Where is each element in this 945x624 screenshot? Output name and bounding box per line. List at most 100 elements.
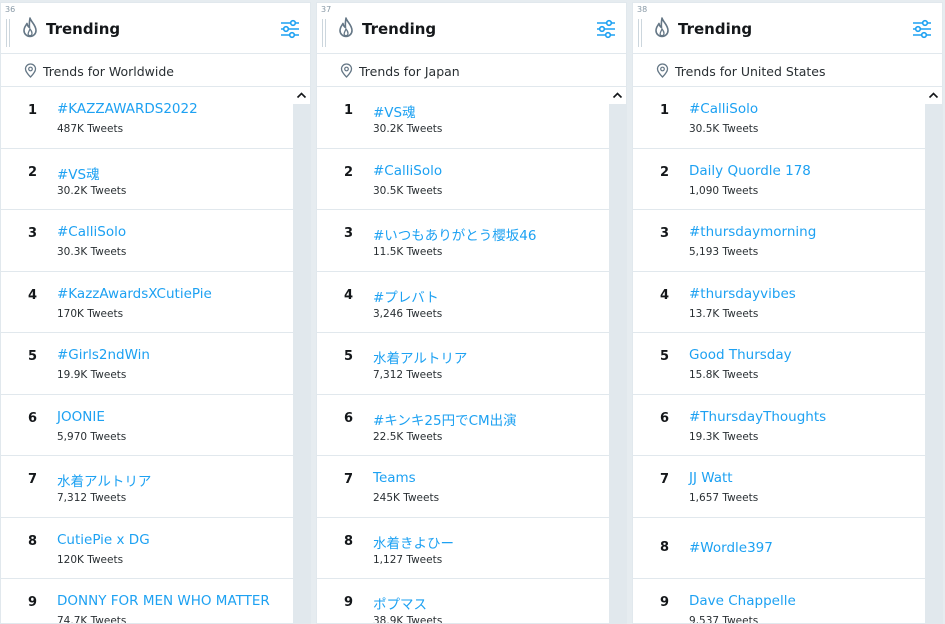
- trending-column: 3 6 Trending Trends for Worldwide 1 #KAZZAWAR…: [0, 2, 311, 624]
- trend-name-link[interactable]: CutiePie x DG: [57, 532, 150, 548]
- trend-tweet-count: 19.3K Tweets: [689, 431, 759, 443]
- trend-name-link[interactable]: #ThursdayThoughts: [689, 409, 826, 425]
- trend-rank: 3: [660, 226, 670, 241]
- chevron-up-icon[interactable]: [293, 87, 310, 104]
- trend-row[interactable]: 8 水着きよひー 1,127 Tweets: [317, 518, 611, 579]
- trend-name-link[interactable]: JJ Watt: [689, 470, 733, 486]
- trend-name-link[interactable]: Dave Chappelle: [689, 593, 796, 609]
- trend-location-label: Trends for Worldwide: [43, 64, 174, 79]
- trend-row[interactable]: 9 ポプマス 38.9K Tweets: [317, 579, 611, 623]
- trend-location[interactable]: Trends for Worldwide: [1, 54, 310, 87]
- trend-row[interactable]: 7 JJ Watt 1,657 Tweets: [633, 456, 927, 518]
- flame-icon: [653, 17, 671, 39]
- trend-name-link[interactable]: #CalliSolo: [57, 224, 126, 240]
- trend-name-link[interactable]: #Wordle397: [689, 540, 773, 556]
- trend-row[interactable]: 9 Dave Chappelle 9,537 Tweets: [633, 579, 927, 623]
- trend-rank: 5: [344, 349, 354, 364]
- trend-name-link[interactable]: #CalliSolo: [689, 101, 758, 117]
- trend-name-link[interactable]: #KazzAwardsXCutiePie: [57, 286, 212, 302]
- trend-name-link[interactable]: #VS魂: [373, 101, 416, 121]
- trend-row[interactable]: 5 水着アルトリア 7,312 Tweets: [317, 333, 611, 395]
- trend-location[interactable]: Trends for United States: [633, 54, 942, 87]
- trend-row[interactable]: 3 #thursdaymorning 5,193 Tweets: [633, 210, 927, 272]
- trend-rank: 8: [660, 540, 670, 555]
- trend-rank: 9: [344, 595, 354, 610]
- trend-rank: 4: [344, 288, 354, 303]
- chevron-up-icon[interactable]: [609, 87, 626, 104]
- trend-row[interactable]: 6 #ThursdayThoughts 19.3K Tweets: [633, 395, 927, 456]
- trend-name-link[interactable]: DONNY FOR MEN WHO MATTER: [57, 593, 270, 609]
- trend-tweet-count: 38.9K Tweets: [373, 615, 443, 623]
- trend-name-link[interactable]: Good Thursday: [689, 347, 792, 363]
- trend-row[interactable]: 5 Good Thursday 15.8K Tweets: [633, 333, 927, 395]
- trend-row[interactable]: 1 #VS魂 30.2K Tweets: [317, 87, 611, 149]
- scrollbar[interactable]: [925, 87, 942, 623]
- trend-tweet-count: 1,090 Tweets: [689, 185, 759, 197]
- trend-row[interactable]: 1 #KAZZAWARDS2022 487K Tweets: [1, 87, 295, 149]
- trend-name-link[interactable]: #Girls2ndWin: [57, 347, 150, 363]
- trend-row[interactable]: 6 #キンキ25円でCM出演 22.5K Tweets: [317, 395, 611, 456]
- trend-row[interactable]: 8 #Wordle397: [633, 518, 927, 579]
- trend-row[interactable]: 7 水着アルトリア 7,312 Tweets: [1, 456, 295, 518]
- trend-rank: 1: [28, 103, 38, 118]
- trend-name-link[interactable]: 水着アルトリア: [373, 347, 467, 367]
- sliders-icon[interactable]: [280, 19, 300, 39]
- trend-row[interactable]: 1 #CalliSolo 30.5K Tweets: [633, 87, 927, 149]
- trend-rank: 6: [344, 411, 354, 426]
- trend-row[interactable]: 3 #いつもありがとう櫻坂46 11.5K Tweets: [317, 210, 611, 272]
- trend-name-link[interactable]: #いつもありがとう櫻坂46: [373, 224, 537, 244]
- trend-row[interactable]: 7 Teams 245K Tweets: [317, 456, 611, 518]
- trend-name-link[interactable]: #CalliSolo: [373, 163, 442, 179]
- trend-tweet-count: 3,246 Tweets: [373, 308, 443, 320]
- chevron-up-icon[interactable]: [925, 87, 942, 104]
- trend-row[interactable]: 2 Daily Quordle 178 1,090 Tweets: [633, 149, 927, 210]
- trend-name-link[interactable]: JOONIE: [57, 409, 105, 425]
- column-title: Trending: [46, 20, 121, 38]
- trend-row[interactable]: 3 #CalliSolo 30.3K Tweets: [1, 210, 295, 272]
- trend-name-link[interactable]: #thursdaymorning: [689, 224, 816, 240]
- scrollbar[interactable]: [609, 87, 626, 623]
- trend-row[interactable]: 9 DONNY FOR MEN WHO MATTER 74.7K Tweets: [1, 579, 295, 623]
- trend-name-link[interactable]: Teams: [373, 470, 416, 486]
- trend-name-link[interactable]: #キンキ25円でCM出演: [373, 409, 517, 429]
- scrollbar[interactable]: [293, 87, 310, 623]
- trend-name-link[interactable]: 水着きよひー: [373, 532, 454, 552]
- trend-tweet-count: 170K Tweets: [57, 308, 124, 320]
- trend-tweet-count: 120K Tweets: [57, 554, 124, 566]
- trend-row[interactable]: 4 #プレバト 3,246 Tweets: [317, 272, 611, 333]
- trend-name-link[interactable]: #thursdayvibes: [689, 286, 796, 302]
- trend-tweet-count: 1,127 Tweets: [373, 554, 443, 566]
- sliders-icon[interactable]: [596, 19, 616, 39]
- trend-rank: 4: [660, 288, 670, 303]
- trend-location[interactable]: Trends for Japan: [317, 54, 626, 87]
- trend-tweet-count: 30.5K Tweets: [689, 123, 759, 135]
- trend-name-link[interactable]: ポプマス: [373, 593, 427, 613]
- trend-name-link[interactable]: Daily Quordle 178: [689, 163, 811, 179]
- trend-row[interactable]: 2 #CalliSolo 30.5K Tweets: [317, 149, 611, 210]
- trend-name-link[interactable]: 水着アルトリア: [57, 470, 151, 490]
- trend-row[interactable]: 5 #Girls2ndWin 19.9K Tweets: [1, 333, 295, 395]
- trend-name-link[interactable]: #プレバト: [373, 286, 439, 306]
- trend-name-link[interactable]: #VS魂: [57, 163, 100, 183]
- trend-row[interactable]: 2 #VS魂 30.2K Tweets: [1, 149, 295, 210]
- column-header: Trending: [633, 3, 942, 54]
- trend-rank: 9: [660, 595, 670, 610]
- trend-rank: 3: [28, 226, 38, 241]
- trend-location-label: Trends for Japan: [359, 64, 460, 79]
- trend-list: 1 #KAZZAWARDS2022 487K Tweets 2 #VS魂 30.2K Tw…: [1, 87, 295, 623]
- trend-tweet-count: 7,312 Tweets: [57, 492, 127, 504]
- trend-rank: 4: [28, 288, 38, 303]
- trend-row[interactable]: 4 #KazzAwardsXCutiePie 170K Tweets: [1, 272, 295, 333]
- trend-tweet-count: 5,970 Tweets: [57, 431, 127, 443]
- trend-rank: 6: [28, 411, 38, 426]
- trend-row[interactable]: 4 #thursdayvibes 13.7K Tweets: [633, 272, 927, 333]
- trend-row[interactable]: 8 CutiePie x DG 120K Tweets: [1, 518, 295, 579]
- trend-tweet-count: 30.2K Tweets: [57, 185, 127, 197]
- trend-name-link[interactable]: #KAZZAWARDS2022: [57, 101, 198, 117]
- trend-location-label: Trends for United States: [675, 64, 826, 79]
- trend-list: 1 #CalliSolo 30.5K Tweets 2 Daily Quordle 17…: [633, 87, 927, 623]
- sliders-icon[interactable]: [912, 19, 932, 39]
- trend-row[interactable]: 6 JOONIE 5,970 Tweets: [1, 395, 295, 456]
- trend-tweet-count: 19.9K Tweets: [57, 369, 127, 381]
- trend-rank: 8: [28, 534, 38, 549]
